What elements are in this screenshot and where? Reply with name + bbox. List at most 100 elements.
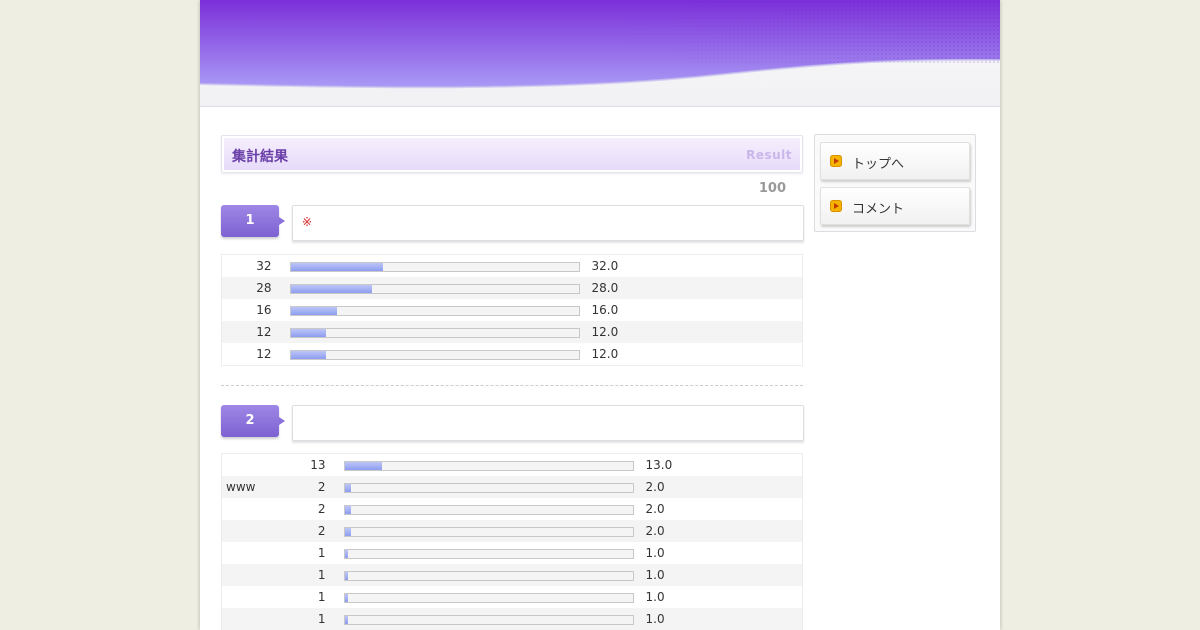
row-count: 1 (291, 542, 344, 564)
row-bar-cell (343, 564, 640, 586)
row-count: 2 (291, 498, 344, 520)
row-count: 1 (291, 586, 344, 608)
row-count: 28 (231, 277, 290, 299)
percentage-bar-fill (290, 262, 383, 271)
percentage-bar (343, 592, 634, 603)
row-bar-cell (343, 608, 640, 630)
percentage-bar-fill (290, 350, 326, 359)
arrow-icon (830, 155, 842, 167)
row-bar-cell (343, 476, 640, 498)
question-text-box (292, 405, 804, 441)
question-header: 1 ※ (221, 205, 804, 241)
row-label (221, 343, 232, 366)
row-label (221, 498, 292, 520)
row-bar-cell (343, 586, 640, 608)
row-percent: 2.0 (639, 498, 803, 520)
table-row: 1 1.0 (221, 586, 803, 608)
row-count: 13 (291, 453, 344, 476)
percentage-bar-fill (344, 593, 348, 602)
percentage-bar-fill (344, 527, 351, 536)
table-row: 12 12.0 (221, 321, 803, 343)
row-label (221, 564, 292, 586)
percentage-bar (343, 548, 634, 559)
page-container: 集計結果 Result 100 1 ※ 32 32.0 28 28.0 16 16.0 12… (200, 0, 1000, 630)
table-row: www 2 2.0 (221, 476, 803, 498)
row-percent: 28.0 (585, 277, 803, 299)
row-label (221, 586, 292, 608)
row-bar-cell (289, 299, 586, 321)
section-divider (221, 385, 803, 386)
row-count: 1 (291, 608, 344, 630)
row-label (221, 520, 292, 542)
result-title: 集計結果 (232, 149, 288, 165)
result-subtitle: Result (746, 148, 792, 162)
row-percent: 32.0 (585, 254, 803, 277)
percentage-bar (289, 349, 580, 360)
nav-top-button[interactable]: トップへ (820, 142, 970, 180)
row-bar-cell (343, 453, 640, 476)
header-banner (200, 0, 1000, 107)
row-label: www (221, 476, 292, 498)
row-percent: 2.0 (639, 520, 803, 542)
row-count: 12 (231, 343, 290, 366)
row-percent: 13.0 (639, 453, 803, 476)
nav-comment-button[interactable]: コメント (820, 187, 970, 225)
row-bar-cell (343, 520, 640, 542)
percentage-bar-fill (344, 483, 351, 492)
percentage-bar (343, 570, 634, 581)
percentage-bar-fill (344, 549, 348, 558)
row-percent: 1.0 (639, 564, 803, 586)
percentage-bar (343, 614, 634, 625)
row-label (221, 321, 232, 343)
percentage-bar-fill (344, 571, 348, 580)
percentage-bar-fill (290, 306, 337, 315)
row-count: 1 (291, 564, 344, 586)
table-row: 1 1.0 (221, 542, 803, 564)
percentage-bar (343, 526, 634, 537)
percentage-bar-fill (344, 615, 348, 624)
percentage-bar (289, 283, 580, 294)
row-label (221, 542, 292, 564)
row-label (221, 254, 232, 277)
percentage-bar (343, 482, 634, 493)
row-bar-cell (343, 542, 640, 564)
percentage-bar (343, 504, 634, 515)
result-title-bar: 集計結果 Result (221, 135, 803, 173)
arrow-icon (830, 200, 842, 212)
row-bar-cell (343, 498, 640, 520)
table-row: 1 1.0 (221, 608, 803, 630)
percentage-bar-fill (344, 505, 351, 514)
main-content: 集計結果 Result 100 1 ※ 32 32.0 28 28.0 16 16.0 12… (221, 135, 804, 630)
row-percent: 1.0 (639, 542, 803, 564)
table-row: 2 2.0 (221, 520, 803, 542)
percentage-bar (289, 305, 580, 316)
percentage-bar-fill (290, 328, 326, 337)
row-count: 32 (231, 254, 290, 277)
question-number-badge: 2 (221, 405, 285, 437)
nav-top-label: トップへ (852, 157, 905, 172)
table-row: 16 16.0 (221, 299, 803, 321)
row-bar-cell (289, 343, 586, 366)
row-label (221, 299, 232, 321)
row-label (221, 608, 292, 630)
row-percent: 1.0 (639, 586, 803, 608)
row-count: 2 (291, 520, 344, 542)
table-row: 1 1.0 (221, 564, 803, 586)
total-count: 100 (758, 181, 786, 196)
result-table: 32 32.0 28 28.0 16 16.0 12 12.0 12 12.0 (221, 254, 803, 366)
table-row: 28 28.0 (221, 277, 803, 299)
table-row: 32 32.0 (221, 254, 803, 277)
row-percent: 2.0 (639, 476, 803, 498)
percentage-bar-fill (344, 461, 382, 470)
row-percent: 16.0 (585, 299, 803, 321)
result-table: 13 13.0 www 2 2.0 2 2.0 2 2.0 1 1.0 1 1.0 1 1.0 1 1.0 (221, 453, 803, 630)
row-count: 2 (291, 476, 344, 498)
row-label (221, 453, 292, 476)
row-bar-cell (289, 277, 586, 299)
question-number-badge: 1 (221, 205, 285, 237)
asterisk-mark: ※ (302, 215, 313, 229)
table-row: 12 12.0 (221, 343, 803, 366)
row-bar-cell (289, 321, 586, 343)
row-count: 16 (231, 299, 290, 321)
row-label (221, 277, 232, 299)
